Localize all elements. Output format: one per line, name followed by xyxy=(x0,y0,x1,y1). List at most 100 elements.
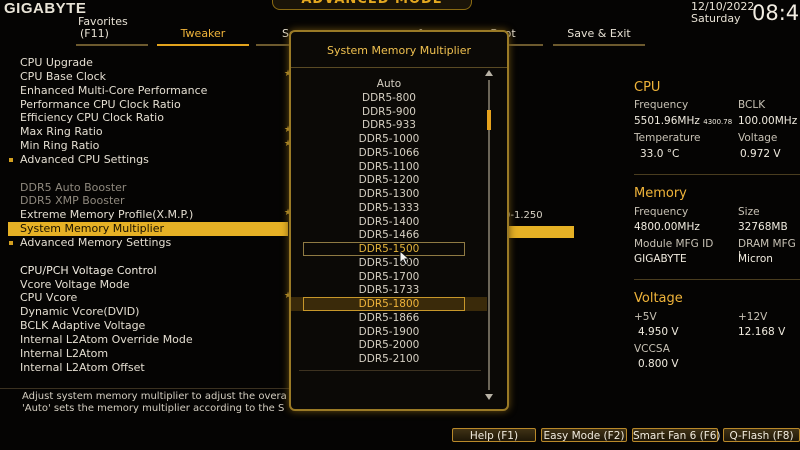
menu-voltage-control-heading: CPU/PCH Voltage Control xyxy=(20,263,157,277)
divider xyxy=(634,279,800,280)
menu-cpu-upgrade[interactable]: CPU Upgrade xyxy=(8,56,288,70)
menu-enhanced-mcp[interactable]: Enhanced Multi-Core Performance xyxy=(8,84,288,98)
option-item[interactable]: DDR5-1200 xyxy=(291,173,487,187)
divider xyxy=(634,174,800,175)
qflash-button[interactable]: Q-Flash (F8) xyxy=(723,428,800,442)
menu-system-memory-multiplier[interactable]: System Memory Multiplier xyxy=(8,222,288,236)
memory-multiplier-dialog: System Memory Multiplier Auto DDR5-800 DDR… xyxy=(289,30,509,411)
cpu-volt-label: Voltage xyxy=(738,132,778,144)
scroll-thumb[interactable] xyxy=(487,110,491,130)
cpu-heading: CPU xyxy=(634,80,661,95)
menu-ddr5-auto-booster: DDR5 Auto Booster xyxy=(20,180,127,194)
brand-logo: GIGABYTE xyxy=(4,0,87,17)
option-item[interactable]: DDR5-800 xyxy=(291,91,487,105)
mem-size-label: Size xyxy=(738,206,760,218)
vccsa-label: VCCSA xyxy=(634,343,670,355)
cpu-freq-label: Frequency xyxy=(634,99,689,111)
dialog-title: System Memory Multiplier xyxy=(291,32,507,68)
mem-dram-value: Micron xyxy=(738,253,773,265)
option-item[interactable]: DDR5-1066 xyxy=(291,146,487,160)
cpu-volt-value: 0.972 V xyxy=(740,148,781,160)
mouse-cursor-icon xyxy=(399,250,411,266)
v5-value: 4.950 V xyxy=(638,326,679,338)
mem-mfg-value: GIGABYTE xyxy=(634,253,687,265)
dialog-divider xyxy=(299,370,481,371)
help-button[interactable]: Help (F1) xyxy=(452,428,536,442)
cpu-bclk-label: BCLK xyxy=(738,99,766,111)
menu-ddr5-xmp-booster: DDR5 XMP Booster xyxy=(20,194,125,208)
help-text: Adjust system memory multiplier to adjus… xyxy=(0,388,296,418)
option-item[interactable]: DDR5-1400 xyxy=(291,215,487,229)
option-item[interactable]: DDR5-1500 xyxy=(291,242,487,256)
option-item[interactable]: DDR5-1800 xyxy=(291,297,487,311)
option-item[interactable]: DDR5-2000 xyxy=(291,338,487,352)
mem-size-value: 32768MB xyxy=(738,221,788,233)
cpu-freq-value: 5501.96MHz 4300.78 xyxy=(634,115,733,127)
selected-row-highlight xyxy=(502,226,574,238)
v5-label: +5V xyxy=(634,311,657,323)
v12-value: 12.168 V xyxy=(738,326,786,338)
tab-save-exit[interactable]: Save & Exit xyxy=(553,14,645,46)
scroll-down-icon[interactable] xyxy=(485,394,493,400)
scroll-up-icon[interactable] xyxy=(485,70,493,76)
tab-settings[interactable]: Se xyxy=(256,14,296,46)
option-item[interactable]: DDR5-1600 xyxy=(291,256,487,270)
mem-freq-value: 4800.00MHz xyxy=(634,221,700,233)
menu-advanced-cpu-settings[interactable]: Advanced CPU Settings xyxy=(8,153,288,167)
menu-cpu-base-clock[interactable]: CPU Base Clock xyxy=(8,70,288,84)
menu-dynamic-vcore[interactable]: Dynamic Vcore(DVID) xyxy=(8,305,288,319)
menu-perf-cpu-ratio[interactable]: Performance CPU Clock Ratio xyxy=(8,98,288,112)
option-item[interactable]: DDR5-1466 xyxy=(291,228,487,242)
option-item[interactable]: DDR5-933 xyxy=(291,118,487,132)
option-item[interactable]: DDR5-1700 xyxy=(291,270,487,284)
menu-cpu-vcore[interactable]: CPU Vcore xyxy=(8,291,288,305)
menu-l2atom-offset[interactable]: Internal L2Atom Offset xyxy=(8,361,288,375)
option-item[interactable]: Auto xyxy=(291,77,487,91)
help-line-2: 'Auto' sets the memory multiplier accord… xyxy=(22,403,285,414)
easy-mode-button[interactable]: Easy Mode (F2) xyxy=(541,428,627,442)
vccsa-value: 0.800 V xyxy=(638,358,679,370)
mem-mfg-label: Module MFG ID xyxy=(634,238,714,250)
cpu-freq-sub: 4300.78 xyxy=(703,118,733,126)
xmp-value: 0-1.250 xyxy=(504,210,543,221)
option-item[interactable]: DDR5-1733 xyxy=(291,283,487,297)
scrollbar[interactable] xyxy=(484,70,496,400)
voltage-heading: Voltage xyxy=(634,291,683,306)
option-item[interactable]: DDR5-1100 xyxy=(291,160,487,174)
tab-favorites[interactable]: Favorites (F11) xyxy=(76,14,148,46)
cpu-temp-value: 33.0 °C xyxy=(640,148,680,160)
option-item[interactable]: DDR5-1866 xyxy=(291,311,487,325)
smart-fan-button[interactable]: Smart Fan 6 (F6) xyxy=(632,428,721,442)
option-list: Auto DDR5-800 DDR5-900 DDR5-933 DDR5-1000 DDR… xyxy=(291,77,487,366)
mem-freq-label: Frequency xyxy=(634,206,689,218)
day-text: Saturday xyxy=(691,12,741,25)
tab-save-exit-label: Save & Exit xyxy=(567,27,631,40)
menu-eff-cpu-ratio[interactable]: Efficiency CPU Clock Ratio xyxy=(8,111,288,125)
option-item[interactable]: DDR5-900 xyxy=(291,105,487,119)
menu-l2atom-override-mode[interactable]: Internal L2Atom Override Mode xyxy=(8,333,288,347)
option-item[interactable]: DDR5-1300 xyxy=(291,187,487,201)
tab-favorites-key: (F11) xyxy=(80,27,109,40)
cpu-bclk-value: 100.00MHz xyxy=(738,115,798,127)
tab-tweaker[interactable]: Tweaker xyxy=(157,14,249,46)
option-item[interactable]: DDR5-1333 xyxy=(291,201,487,215)
date-day: 12/10/2022 Saturday xyxy=(691,1,754,25)
cpu-temp-label: Temperature xyxy=(634,132,701,144)
menu-l2atom[interactable]: Internal L2Atom xyxy=(8,347,288,361)
memory-heading: Memory xyxy=(634,186,687,201)
menu-min-ring-ratio[interactable]: Min Ring Ratio xyxy=(8,139,288,153)
option-item[interactable]: DDR5-2100 xyxy=(291,352,487,366)
tab-tweaker-label: Tweaker xyxy=(180,27,226,40)
mode-title: ADVANCED MODE xyxy=(272,0,472,10)
option-item[interactable]: DDR5-1900 xyxy=(291,325,487,339)
menu-max-ring-ratio[interactable]: Max Ring Ratio xyxy=(8,125,288,139)
option-item[interactable]: DDR5-1000 xyxy=(291,132,487,146)
settings-menu: CPU Upgrade CPU Base Clock Enhanced Mult… xyxy=(8,56,288,374)
menu-vcore-voltage-mode[interactable]: Vcore Voltage Mode xyxy=(8,278,288,292)
menu-advanced-memory-settings[interactable]: Advanced Memory Settings xyxy=(8,236,288,250)
clock: 08:45 xyxy=(752,1,800,25)
help-line-1: Adjust system memory multiplier to adjus… xyxy=(22,391,287,402)
menu-xmp[interactable]: Extreme Memory Profile(X.M.P.) xyxy=(8,208,288,222)
v12-label: +12V xyxy=(738,311,768,323)
menu-bclk-adaptive-voltage[interactable]: BCLK Adaptive Voltage xyxy=(8,319,288,333)
